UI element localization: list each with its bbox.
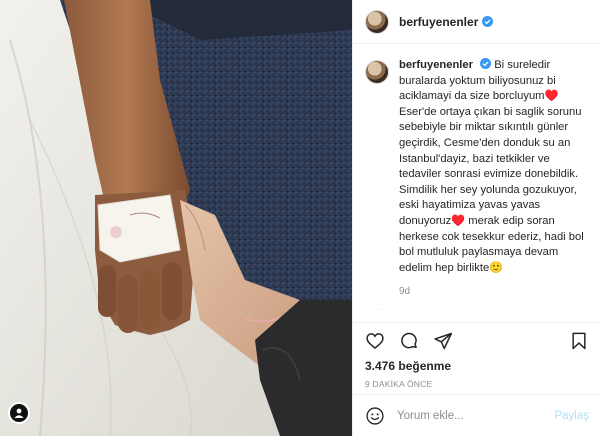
smiley-icon[interactable]: [365, 406, 385, 426]
post-photo[interactable]: [0, 0, 352, 436]
likes-number: 3.476: [365, 359, 396, 373]
bookmark-icon: [572, 332, 586, 350]
caption-avatar[interactable]: [365, 60, 389, 84]
comments-area[interactable]: berfuyenenler Bi sureledir buralarda yok…: [353, 44, 600, 310]
person-icon: [14, 408, 24, 418]
like-button[interactable]: [365, 331, 385, 351]
save-button[interactable]: [569, 331, 589, 351]
comment-button[interactable]: [399, 331, 419, 351]
heart-icon: [366, 333, 384, 350]
verified-badge-icon: [480, 58, 492, 69]
comment-input[interactable]: [397, 409, 555, 422]
post-header: berfuyenenler: [353, 0, 600, 44]
tagged-user-icon[interactable]: [8, 402, 30, 424]
photo-illustration: [0, 0, 352, 436]
post-side-panel: berfuyenenler berfuyenenler Bi sureledir…: [352, 0, 600, 436]
caption-text: berfuyenenler Bi sureledir buralarda yok…: [399, 58, 588, 276]
post-comment-button[interactable]: Paylaş: [554, 410, 589, 422]
header-username[interactable]: berfuyenenler: [399, 15, 478, 29]
caption-content: Bi sureledir buralarda yoktum biliyosunu…: [399, 59, 584, 274]
profile-avatar[interactable]: [365, 9, 389, 34]
caption-timestamp: 9d: [399, 286, 411, 298]
comment-icon: [401, 332, 417, 349]
likes-count[interactable]: 3.476 beğenme: [353, 355, 600, 373]
caption-row: berfuyenenler Bi sureledir buralarda yok…: [365, 58, 588, 276]
action-bar: [353, 323, 600, 355]
add-comment-bar: Paylaş: [353, 394, 600, 436]
post-actions: 3.476 beğenme 9 DAKİKA ÖNCE: [353, 322, 600, 389]
paper-plane-icon: [434, 332, 453, 350]
likes-suffix: beğenme: [398, 359, 452, 373]
caption-username[interactable]: berfuyenenler: [399, 59, 473, 71]
verified-badge-icon: [482, 16, 494, 27]
share-button[interactable]: [433, 331, 453, 351]
post-timestamp: 9 DAKİKA ÖNCE: [365, 379, 433, 389]
